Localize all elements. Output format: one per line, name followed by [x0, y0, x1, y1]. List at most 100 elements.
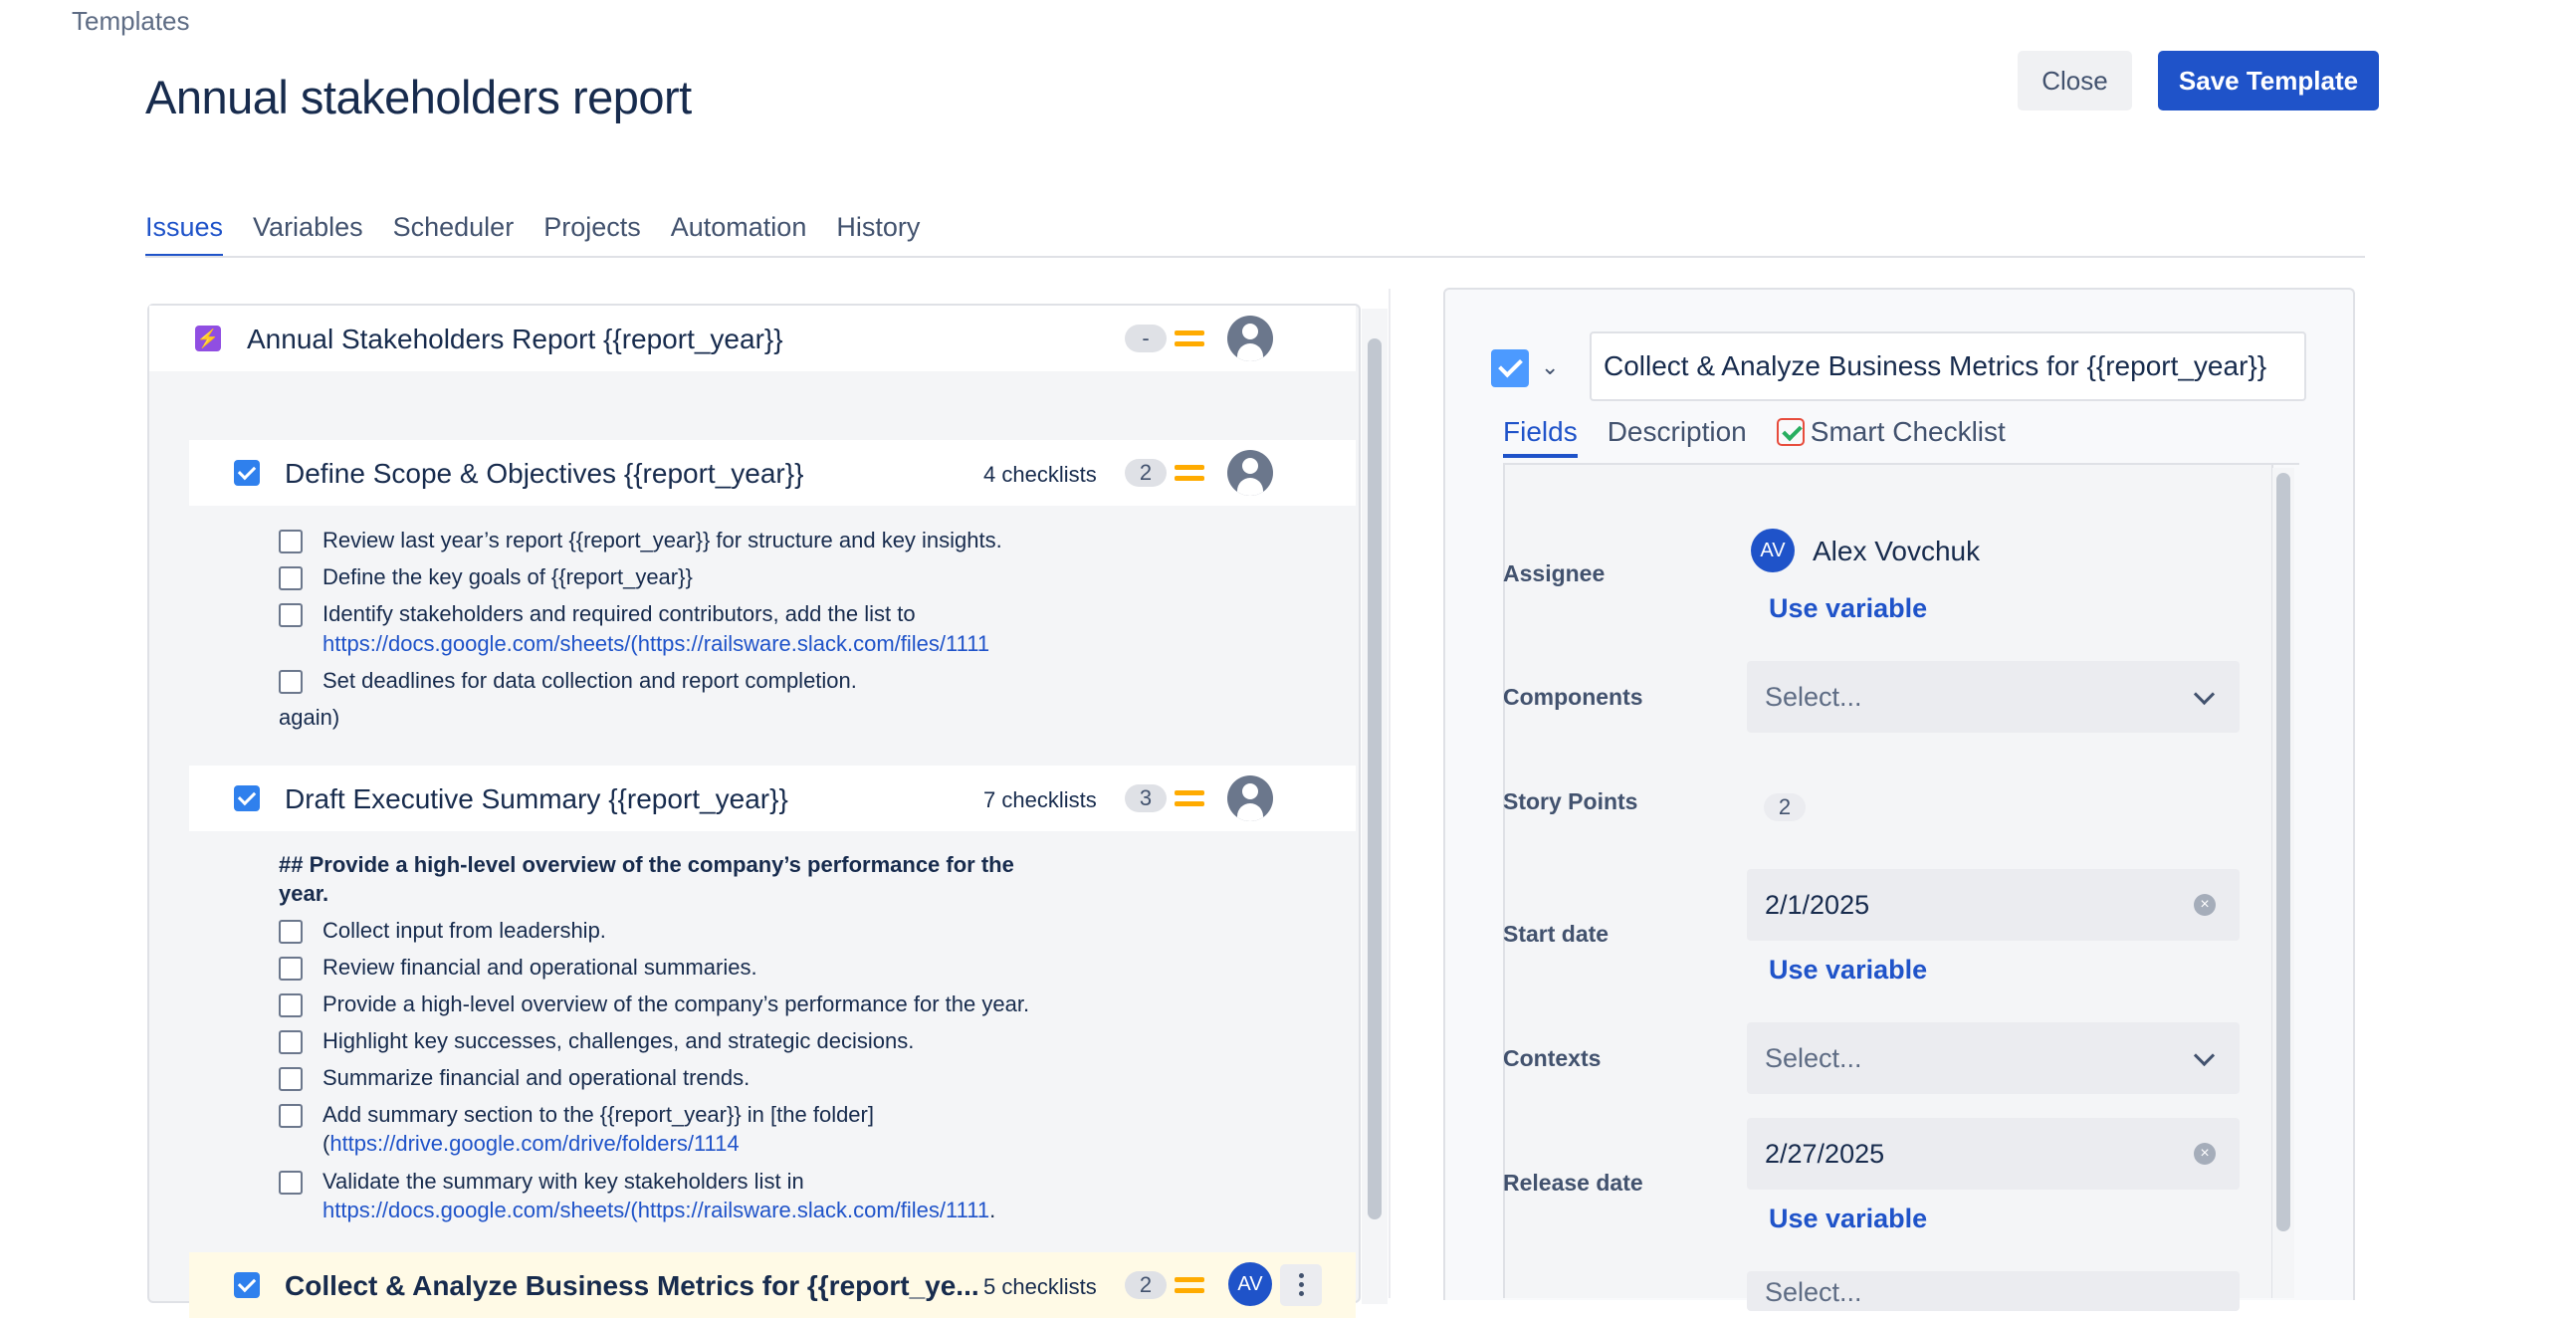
- child-issue-row[interactable]: Draft Executive Summary {{report_year}} …: [189, 766, 1356, 831]
- story-points-badge[interactable]: 2: [1125, 1271, 1167, 1299]
- breadcrumb[interactable]: Templates: [72, 6, 190, 37]
- task-checkbox-icon[interactable]: [234, 785, 260, 811]
- tab-description[interactable]: Description: [1608, 416, 1747, 458]
- story-points-badge[interactable]: 3: [1125, 784, 1167, 812]
- checklist-item-link-line[interactable]: https://docs.google.com/sheets/(https://…: [322, 1198, 995, 1223]
- tab-smart-checklist-label: Smart Checklist: [1810, 416, 2006, 447]
- detail-tabs: Fields Description Smart Checklist: [1503, 416, 2036, 458]
- checklist-item[interactable]: Highlight key successes, challenges, and…: [279, 1028, 914, 1054]
- priority-medium-icon[interactable]: [1175, 787, 1204, 809]
- tab-history[interactable]: History: [836, 212, 920, 258]
- checklist-item[interactable]: Collect input from leadership.: [279, 918, 606, 944]
- components-label: Components: [1503, 684, 1643, 710]
- checklist-heading: ## Provide a high-level overview of the …: [279, 852, 1014, 877]
- assignee-avatar[interactable]: AV: [1228, 1262, 1272, 1306]
- checklist-item[interactable]: Validate the summary with key stakeholde…: [279, 1169, 804, 1195]
- checklist-item[interactable]: Summarize financial and operational tren…: [279, 1065, 750, 1091]
- checkbox-icon[interactable]: [279, 920, 303, 944]
- smart-checklist-icon: [1776, 418, 1805, 446]
- checkbox-icon[interactable]: [279, 566, 303, 590]
- priority-medium-icon[interactable]: [1175, 328, 1204, 349]
- epic-lightning-icon: ⚡: [195, 326, 221, 351]
- close-button[interactable]: Close: [2018, 51, 2132, 110]
- fields-scrollbar-thumb[interactable]: [2276, 473, 2290, 1231]
- components-value: Select...: [1765, 681, 1862, 712]
- checklist-item[interactable]: Provide a high-level overview of the com…: [279, 991, 1029, 1017]
- checklist-item-link[interactable]: https://docs.google.com/sheets/(https://…: [322, 631, 989, 657]
- checkbox-icon[interactable]: [279, 670, 303, 694]
- checklists-count: 7 checklists: [983, 787, 1097, 812]
- assignee-avatar[interactable]: AV: [1751, 529, 1795, 572]
- contexts-select[interactable]: Select...: [1747, 1022, 2240, 1094]
- issue-type-checkbox-icon[interactable]: [1491, 349, 1529, 387]
- components-select[interactable]: Select...: [1747, 661, 2240, 733]
- task-checkbox-icon[interactable]: [234, 1272, 260, 1298]
- checkbox-icon[interactable]: [279, 1171, 303, 1195]
- child-issue-title: Define Scope & Objectives {{report_year}…: [285, 458, 804, 489]
- child-issue-row-selected[interactable]: Collect & Analyze Business Metrics for {…: [189, 1252, 1356, 1318]
- tab-automation[interactable]: Automation: [671, 212, 807, 258]
- tab-projects[interactable]: Projects: [543, 212, 641, 258]
- chevron-down-icon: [2193, 1044, 2216, 1067]
- checklist-item-link[interactable]: https://docs.google.com/sheets/(https://…: [322, 1198, 989, 1222]
- contexts-label: Contexts: [1503, 1045, 1602, 1071]
- priority-medium-icon[interactable]: [1175, 462, 1204, 484]
- checklist-item[interactable]: Identify stakeholders and required contr…: [279, 601, 916, 627]
- release-date-input[interactable]: 2/27/2025 ×: [1747, 1118, 2240, 1190]
- issue-title-input[interactable]: Collect & Analyze Business Metrics for {…: [1590, 331, 2306, 401]
- start-date-input[interactable]: 2/1/2025 ×: [1747, 869, 2240, 941]
- checkbox-icon[interactable]: [279, 1067, 303, 1091]
- more-actions-icon[interactable]: [1280, 1264, 1322, 1306]
- use-variable-link[interactable]: Use variable: [1769, 593, 1927, 624]
- save-template-button[interactable]: Save Template: [2158, 51, 2379, 110]
- page-title: Annual stakeholders report: [145, 71, 692, 123]
- use-variable-link[interactable]: Use variable: [1769, 1204, 1927, 1234]
- left-scrollbar-thumb[interactable]: [1368, 338, 1382, 1219]
- child-issue-card: Define Scope & Objectives {{report_year}…: [189, 440, 1356, 764]
- tab-scheduler[interactable]: Scheduler: [393, 212, 515, 258]
- checkbox-icon[interactable]: [279, 530, 303, 553]
- task-checkbox-icon[interactable]: [234, 460, 260, 486]
- checklist-item[interactable]: Set deadlines for data collection and re…: [279, 668, 857, 694]
- release-date-label: Release date: [1503, 1170, 1643, 1196]
- checkbox-icon[interactable]: [279, 603, 303, 627]
- story-points-label: Story Points: [1503, 788, 1638, 814]
- unassigned-avatar-icon[interactable]: [1227, 450, 1273, 496]
- story-points-badge[interactable]: 2: [1125, 459, 1167, 487]
- child-issue-row[interactable]: Define Scope & Objectives {{report_year}…: [189, 440, 1356, 506]
- tab-fields[interactable]: Fields: [1503, 416, 1578, 458]
- parent-issue-row[interactable]: ⚡ Annual Stakeholders Report {{report_ye…: [149, 306, 1356, 371]
- unassigned-avatar-icon[interactable]: [1227, 775, 1273, 821]
- assignee-name[interactable]: Alex Vovchuk: [1813, 536, 1980, 567]
- next-field-value: Select...: [1765, 1277, 1862, 1307]
- checklist-item-link[interactable]: https://drive.google.com/drive/folders/1…: [329, 1131, 739, 1156]
- child-issue-card: Draft Executive Summary {{report_year}} …: [189, 766, 1356, 1263]
- unassigned-avatar-icon[interactable]: [1227, 316, 1273, 361]
- checklist-item[interactable]: Review financial and operational summari…: [279, 955, 757, 981]
- checkbox-icon[interactable]: [279, 1104, 303, 1128]
- checkbox-icon[interactable]: [279, 1030, 303, 1054]
- checklist-item[interactable]: Add summary section to the {{report_year…: [279, 1102, 874, 1128]
- clear-icon[interactable]: ×: [2194, 1143, 2216, 1165]
- clear-icon[interactable]: ×: [2194, 894, 2216, 916]
- story-points-value[interactable]: 2: [1764, 793, 1806, 821]
- use-variable-link[interactable]: Use variable: [1769, 955, 1927, 986]
- checkbox-icon[interactable]: [279, 993, 303, 1017]
- checkbox-icon[interactable]: [279, 957, 303, 981]
- checklist-item[interactable]: Define the key goals of {{report_year}}: [279, 564, 693, 590]
- estimate-badge[interactable]: -: [1125, 325, 1167, 352]
- child-issue-title: Collect & Analyze Business Metrics for {…: [285, 1270, 979, 1301]
- tab-issues[interactable]: Issues: [145, 212, 224, 258]
- chevron-down-icon: [2193, 683, 2216, 706]
- tab-variables[interactable]: Variables: [253, 212, 363, 258]
- checklist-heading: year.: [279, 881, 329, 906]
- tab-smart-checklist[interactable]: Smart Checklist: [1776, 416, 2006, 458]
- next-field-select[interactable]: Select...: [1747, 1271, 2240, 1311]
- child-issue-card: Collect & Analyze Business Metrics for {…: [189, 1252, 1356, 1318]
- parent-issue-title: Annual Stakeholders Report {{report_year…: [247, 324, 783, 354]
- chevron-down-icon[interactable]: ⌄: [1541, 354, 1563, 379]
- priority-medium-icon[interactable]: [1175, 1274, 1204, 1296]
- checklist-item-link-line[interactable]: (https://drive.google.com/drive/folders/…: [322, 1131, 740, 1157]
- checklist-item[interactable]: Review last year’s report {{report_year}…: [279, 528, 1002, 553]
- checklist-trailing-text: again): [279, 705, 340, 730]
